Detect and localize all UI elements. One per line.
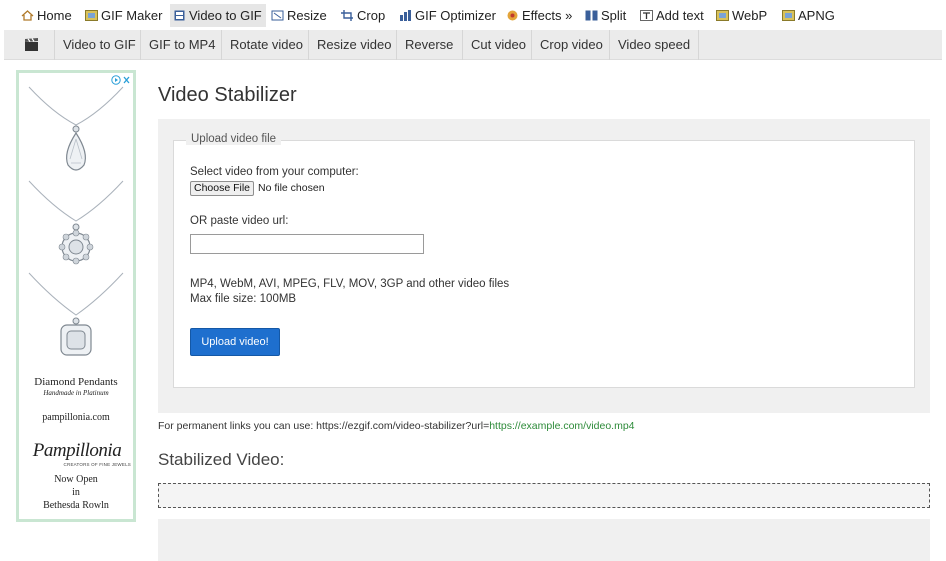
advertisement[interactable]: Diamond Pendants Handmade in Platinum pa… <box>16 70 136 522</box>
formats-text: MP4, WebM, AVI, MPEG, FLV, MOV, 3GP and … <box>190 278 510 290</box>
choose-file-button[interactable]: Choose File <box>190 181 254 196</box>
nav-gif-maker-label: GIF Maker <box>101 8 163 23</box>
page-title: Video Stabilizer <box>158 84 297 106</box>
permanent-link-prefix: For permanent links you can use: https:/… <box>158 420 490 432</box>
nav-webp[interactable]: WebP <box>713 4 771 27</box>
apng-icon <box>782 10 795 21</box>
select-file-label: Select video from your computer: <box>190 166 359 178</box>
gif-maker-icon <box>85 10 98 21</box>
nav-gif-optimizer[interactable]: GIF Optimizer <box>396 4 500 27</box>
subnav-resize-video[interactable]: Resize video <box>309 30 397 60</box>
nav-video-to-gif-label: Video to GIF <box>189 8 262 23</box>
webp-icon <box>716 10 729 21</box>
nav-apng[interactable]: APNG <box>779 4 839 27</box>
subnav-cut-video[interactable]: Cut video <box>463 30 532 60</box>
video-icon <box>174 10 185 21</box>
nav-crop[interactable]: Crop <box>338 4 389 27</box>
video-url-input[interactable] <box>190 234 424 254</box>
ad-subtitle: Handmade in Platinum <box>43 389 109 397</box>
permanent-link-example[interactable]: https://example.com/video.mp4 <box>489 420 634 432</box>
nav-effects-label: Effects » <box>522 8 573 23</box>
nav-split[interactable]: Split <box>582 4 630 27</box>
permanent-link-text: For permanent links you can use: https:/… <box>158 420 635 432</box>
crop-icon <box>341 10 353 21</box>
nav-home[interactable]: Home <box>18 4 76 27</box>
no-file-text: No file chosen <box>258 182 325 194</box>
nav-resize[interactable]: Resize <box>268 4 331 27</box>
ad-line-location: Bethesda Rowln <box>43 500 109 511</box>
nav-crop-label: Crop <box>357 8 386 23</box>
subnav-video-to-gif[interactable]: Video to GIF <box>54 30 141 60</box>
nav-gif-optimizer-label: GIF Optimizer <box>415 8 496 23</box>
split-icon <box>585 10 598 21</box>
subnav-video-speed[interactable]: Video speed <box>610 30 699 60</box>
ad-site: pampillonia.com <box>42 412 110 423</box>
nav-video-to-gif[interactable]: Video to GIF <box>170 4 266 27</box>
nav-apng-label: APNG <box>798 8 835 23</box>
stabilized-video-output <box>158 483 930 508</box>
upload-legend: Upload video file <box>186 133 282 145</box>
subnav-reverse[interactable]: Reverse <box>397 30 463 60</box>
upload-video-button[interactable]: Upload video! <box>190 328 280 356</box>
stabilized-video-heading: Stabilized Video: <box>158 450 285 469</box>
nav-split-label: Split <box>601 8 627 23</box>
effects-icon <box>507 10 518 21</box>
subnav-gif-to-mp4[interactable]: GIF to MP4 <box>141 30 222 60</box>
nav-add-text[interactable]: Add text <box>637 4 708 27</box>
nav-resize-label: Resize <box>287 8 327 23</box>
sub-navigation: Video to GIF GIF to MP4 Rotate video Res… <box>4 30 942 60</box>
max-size-text: Max file size: 100MB <box>190 293 297 305</box>
film-clapper-icon <box>25 38 38 51</box>
ad-line-in: in <box>72 487 80 498</box>
pendant-pear-image <box>28 86 124 171</box>
subnav-rotate-video[interactable]: Rotate video <box>222 30 309 60</box>
pampillonia-logo: Pampillonia CREATORS OF FINE JEWELS <box>32 440 131 467</box>
text-icon <box>640 10 653 21</box>
top-navigation: Home GIF Maker Video to GIF Resize Crop … <box>0 0 946 30</box>
pendant-flower-image <box>28 180 124 265</box>
bottom-panel <box>158 519 930 561</box>
subnav-crop-video[interactable]: Crop video <box>532 30 610 60</box>
optimizer-icon <box>400 10 411 21</box>
nav-home-label: Home <box>37 8 72 23</box>
nav-add-text-label: Add text <box>656 8 704 23</box>
ad-title: Diamond Pendants <box>34 376 118 388</box>
url-label: OR paste video url: <box>190 215 289 227</box>
pendant-cushion-image <box>28 272 124 356</box>
ad-line-now-open: Now Open <box>54 474 98 485</box>
resize-icon <box>271 10 284 21</box>
nav-webp-label: WebP <box>732 8 768 23</box>
home-icon <box>21 10 34 21</box>
nav-gif-maker[interactable]: GIF Maker <box>82 4 166 27</box>
nav-effects[interactable]: Effects » <box>503 4 576 27</box>
